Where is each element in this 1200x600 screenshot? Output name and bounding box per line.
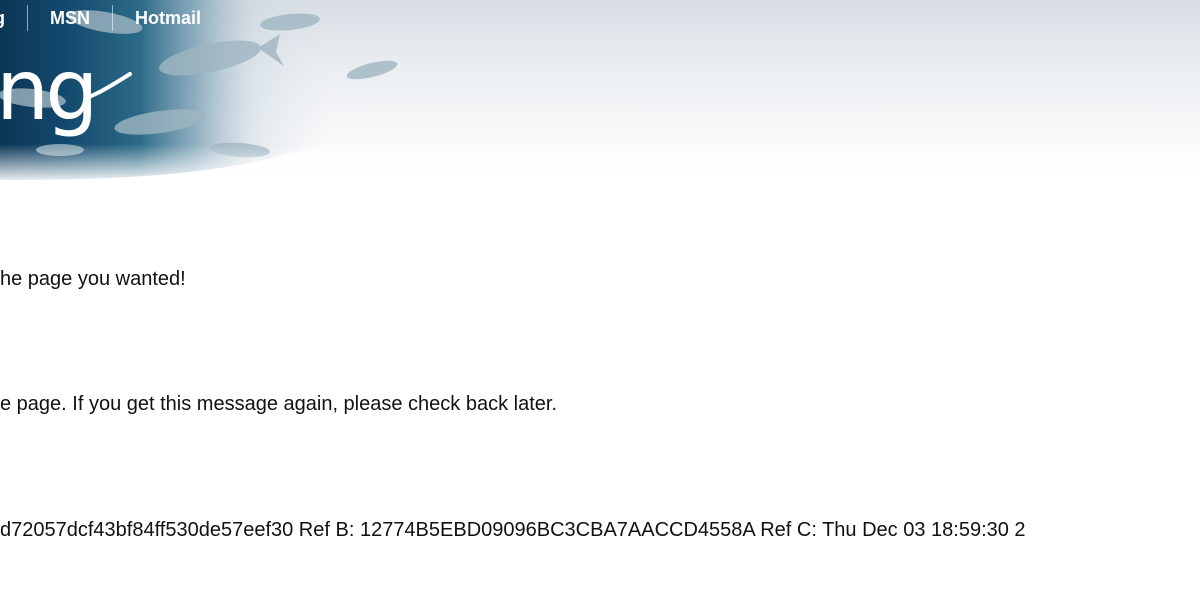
logo-text: ng <box>0 41 99 139</box>
logo-swoosh-icon <box>84 72 132 100</box>
nav-link-msn[interactable]: MSN <box>28 8 112 29</box>
error-heading: he page you wanted! <box>0 268 186 290</box>
nav-link-hotmail[interactable]: Hotmail <box>113 8 223 29</box>
bing-logo[interactable]: ng <box>0 48 99 132</box>
error-description: e page. If you get this message again, p… <box>0 393 558 415</box>
nav-link-bing[interactable]: g <box>0 8 27 29</box>
header-banner: g MSN Hotmail ng <box>0 0 1200 180</box>
top-navigation: g MSN Hotmail <box>0 0 223 36</box>
error-reference: d72057dcf43bf84ff530de57eef30 Ref B: 127… <box>0 519 1026 541</box>
